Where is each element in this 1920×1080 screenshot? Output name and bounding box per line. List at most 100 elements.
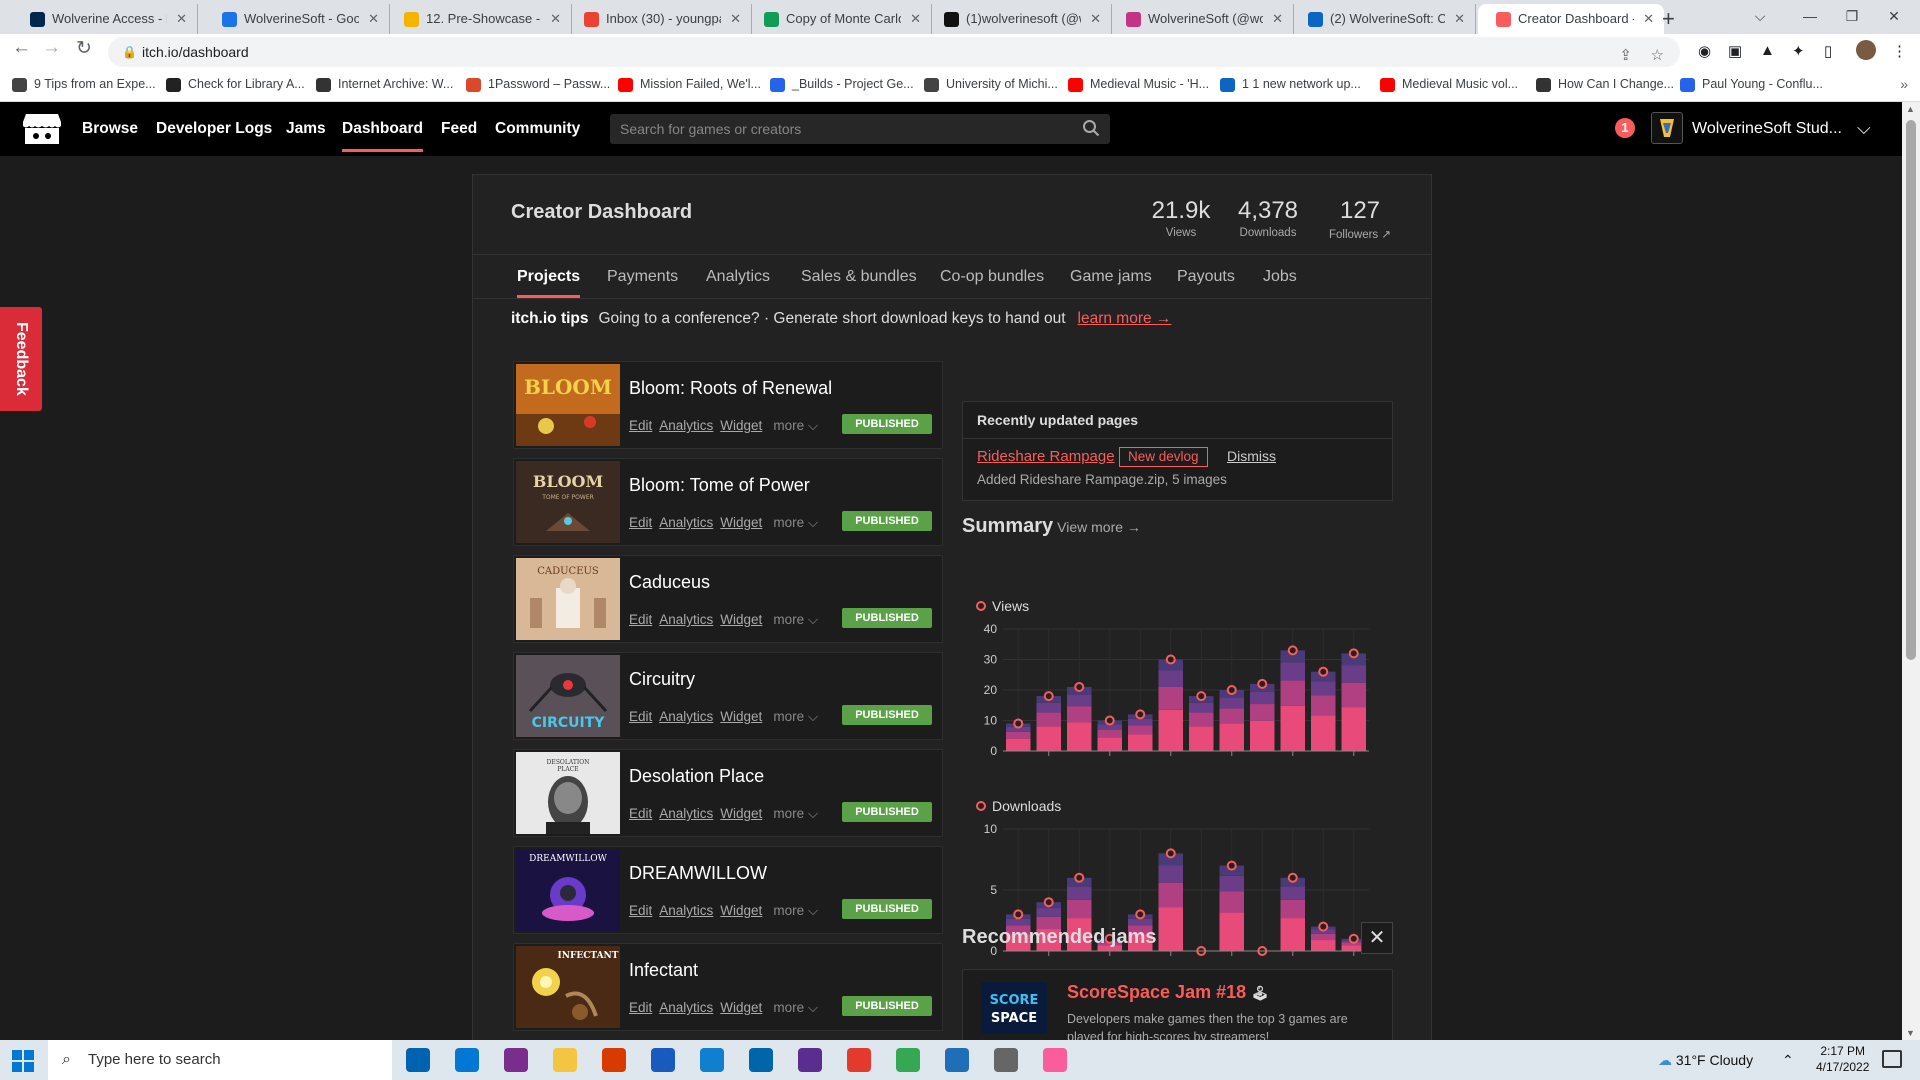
taskbar-app-icon[interactable] [406, 1048, 430, 1072]
close-tab-icon[interactable]: ✕ [1090, 4, 1101, 34]
bookmark-item[interactable]: Check for Library A... [166, 77, 305, 92]
close-jams-button[interactable]: ✕ [1361, 922, 1393, 954]
taskbar-app-icon[interactable] [651, 1048, 675, 1072]
close-tab-icon[interactable]: ✕ [1272, 4, 1283, 34]
analytics-link[interactable]: Analytics [659, 418, 713, 433]
analytics-link[interactable]: Analytics [659, 612, 713, 627]
taskbar-clock[interactable]: 2:17 PM 4/17/2022 [1816, 1043, 1869, 1075]
taskbar-app-icon[interactable] [945, 1048, 969, 1072]
tab-analytics[interactable]: Analytics [706, 256, 770, 298]
taskbar-app-icon[interactable] [553, 1048, 577, 1072]
close-tab-icon[interactable]: ✕ [730, 4, 741, 34]
tab-payouts[interactable]: Payouts [1177, 256, 1235, 298]
taskbar-app-icon[interactable] [700, 1048, 724, 1072]
extension-1password-icon[interactable]: ◉ [1698, 42, 1711, 60]
browser-tab[interactable]: (1)wolverinesoft (@wo ✕ [926, 4, 1112, 34]
widget-link[interactable]: Widget [720, 1000, 762, 1015]
project-title[interactable]: DREAMWILLOW [629, 863, 767, 884]
maximize-button[interactable]: ❐ [1832, 0, 1872, 32]
dismiss-link[interactable]: Dismiss [1227, 448, 1276, 464]
bookmark-item[interactable]: Mission Failed, We'l... [618, 77, 761, 92]
scrollbar[interactable]: ▲ ▼ [1902, 102, 1920, 1040]
close-tab-icon[interactable]: ✕ [368, 4, 379, 34]
address-bar[interactable]: 🔒 itch.io/dashboard ⇪ ☆ [108, 37, 1680, 67]
scrollbar-thumb[interactable] [1906, 120, 1916, 660]
project-title[interactable]: Caduceus [629, 572, 710, 593]
analytics-link[interactable]: Analytics [659, 903, 713, 918]
chevron-down-icon[interactable]: ⌵ [1857, 102, 1871, 154]
stat-followers[interactable]: 127 Followers ↗ [1325, 197, 1395, 241]
bookmark-item[interactable]: Medieval Music vol... [1380, 77, 1518, 92]
browser-tab[interactable]: WolverineSoft (@wolv ✕ [1108, 4, 1294, 34]
more-dropdown[interactable]: more ⌵ [773, 903, 818, 918]
more-dropdown[interactable]: more ⌵ [773, 612, 818, 627]
notification-badge[interactable]: 1 [1615, 118, 1635, 138]
edit-link[interactable]: Edit [629, 1000, 652, 1015]
tab-co-op-bundles[interactable]: Co-op bundles [940, 256, 1044, 298]
bookmark-item[interactable]: 1 1 new network up... [1220, 77, 1361, 92]
close-tab-icon[interactable]: ✕ [550, 4, 561, 34]
site-search-input[interactable]: Search for games or creators [610, 114, 1110, 144]
learn-more-link[interactable]: learn more → [1078, 310, 1172, 327]
browser-tab[interactable]: Copy of Monte Carlo ✕ [746, 4, 932, 34]
feedback-tab[interactable]: Feedback [0, 307, 42, 411]
project-title[interactable]: Desolation Place [629, 766, 764, 787]
tab-search-icon[interactable]: ⌵ [1740, 0, 1780, 32]
project-title[interactable]: Infectant [629, 960, 698, 981]
widget-link[interactable]: Widget [720, 612, 762, 627]
profile-avatar[interactable] [1856, 40, 1876, 60]
more-dropdown[interactable]: more ⌵ [773, 709, 818, 724]
bookmark-item[interactable]: 9 Tips from an Expe... [12, 77, 156, 92]
scroll-up-icon[interactable]: ▲ [1906, 104, 1915, 114]
edit-link[interactable]: Edit [629, 903, 652, 918]
widget-link[interactable]: Widget [720, 806, 762, 821]
bookmarks-overflow-icon[interactable]: » [1900, 76, 1908, 92]
tab-sales-bundles[interactable]: Sales & bundles [801, 256, 917, 298]
browser-tab[interactable]: Wolverine Access - Fin ✕ [12, 4, 198, 34]
taskbar-app-icon[interactable] [847, 1048, 871, 1072]
widget-link[interactable]: Widget [720, 515, 762, 530]
extension-screen-icon[interactable]: ▣ [1728, 42, 1742, 60]
itch-logo-icon[interactable] [22, 112, 62, 146]
tab-projects[interactable]: Projects [517, 256, 581, 298]
view-more-link[interactable]: View more → [1057, 519, 1141, 535]
project-thumbnail[interactable]: CADUCEUS [516, 558, 620, 640]
tab-game-jams[interactable]: Game jams [1070, 256, 1152, 298]
analytics-link[interactable]: Analytics [659, 806, 713, 821]
bookmark-item[interactable]: How Can I Change... [1536, 77, 1674, 92]
tab-jobs[interactable]: Jobs [1263, 256, 1297, 298]
bookmark-item[interactable]: University of Michi... [924, 77, 1058, 92]
edit-link[interactable]: Edit [629, 612, 652, 627]
more-dropdown[interactable]: more ⌵ [773, 418, 818, 433]
nav-feed[interactable]: Feed [441, 102, 477, 152]
close-tab-icon[interactable]: ✕ [1454, 4, 1465, 34]
analytics-link[interactable]: Analytics [659, 1000, 713, 1015]
nav-developer-logs[interactable]: Developer Logs [156, 102, 272, 152]
action-center-icon[interactable] [1882, 1050, 1902, 1068]
bookmark-item[interactable]: 1Password – Passw... [466, 77, 610, 92]
analytics-link[interactable]: Analytics [659, 515, 713, 530]
taskbar-app-icon[interactable] [749, 1048, 773, 1072]
nav-community[interactable]: Community [495, 102, 580, 152]
new-devlog-button[interactable]: New devlog [1119, 447, 1208, 467]
browser-tab[interactable]: (2) WolverineSoft: Cor ✕ [1290, 4, 1476, 34]
weather-widget[interactable]: ☁ 31°F Cloudy [1658, 1040, 1753, 1080]
more-dropdown[interactable]: more ⌵ [773, 1000, 818, 1015]
taskbar-search-input[interactable]: ⌕ Type here to search [48, 1040, 392, 1080]
recent-page-link[interactable]: Rideshare Rampage [977, 448, 1115, 465]
bookmark-star-icon[interactable]: ☆ [1651, 41, 1664, 71]
project-thumbnail[interactable]: INFECTANT [516, 946, 620, 1028]
search-icon[interactable] [1082, 119, 1100, 137]
browser-tab[interactable]: WolverineSoft - Googl ✕ [204, 4, 390, 34]
edit-link[interactable]: Edit [629, 709, 652, 724]
project-thumbnail[interactable]: DREAMWILLOW [516, 849, 620, 931]
new-tab-button[interactable]: + [1662, 4, 1675, 34]
taskbar-app-icon[interactable] [455, 1048, 479, 1072]
edit-link[interactable]: Edit [629, 515, 652, 530]
back-icon[interactable]: ← [12, 37, 31, 59]
browser-tab[interactable]: Inbox (30) - youngpau ✕ [566, 4, 752, 34]
project-title[interactable]: Circuitry [629, 669, 695, 690]
widget-link[interactable]: Widget [720, 709, 762, 724]
share-icon[interactable]: ⇪ [1619, 41, 1632, 71]
widget-link[interactable]: Widget [720, 418, 762, 433]
